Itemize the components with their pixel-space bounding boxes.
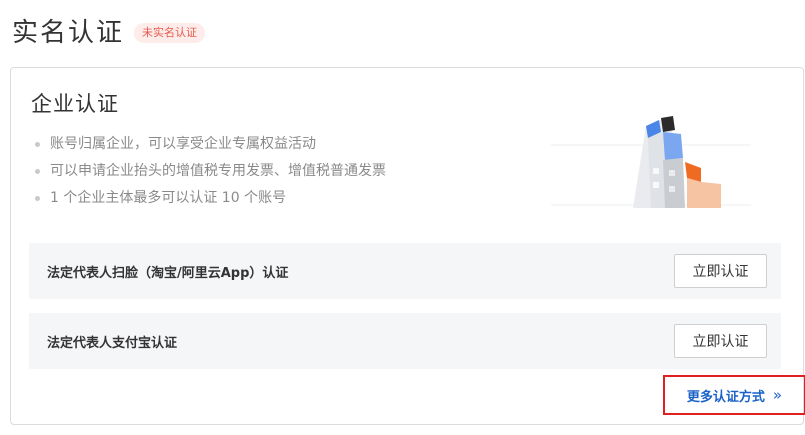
enterprise-verification-card: 企业认证 账号归属企业，可以享受企业专属权益活动 可以申请企业抬头的增值税专用发… xyxy=(10,67,805,425)
page-header: 实名认证 未实名认证 xyxy=(12,12,206,49)
benefit-item: 可以申请企业抬头的增值税专用发票、增值税普通发票 xyxy=(35,158,386,185)
status-badge: 未实名认证 xyxy=(134,22,206,43)
building-illustration-icon xyxy=(551,116,751,208)
more-verification-methods-link[interactable]: 更多认证方式 » xyxy=(663,375,805,415)
bullet-dot-icon xyxy=(35,142,40,147)
method-row-alipay: 法定代表人支付宝认证 立即认证 xyxy=(29,313,781,369)
verify-now-button[interactable]: 立即认证 xyxy=(674,324,767,358)
benefit-item: 1 个企业主体最多可以认证 10 个账号 xyxy=(35,185,386,212)
benefit-text: 1 个企业主体最多可以认证 10 个账号 xyxy=(50,190,287,206)
real-name-verification-page: 实名认证 未实名认证 企业认证 账号归属企业，可以享受企业专属权益活动 可以申请… xyxy=(0,0,805,435)
more-link-label: 更多认证方式 xyxy=(686,389,765,405)
benefit-text: 可以申请企业抬头的增值税专用发票、增值税普通发票 xyxy=(50,163,386,179)
bullet-dot-icon xyxy=(35,169,40,174)
double-chevron-right-icon: » xyxy=(772,386,783,404)
card-title: 企业认证 xyxy=(31,92,119,116)
benefit-text: 账号归属企业，可以享受企业专属权益活动 xyxy=(50,136,316,152)
benefit-item: 账号归属企业，可以享受企业专属权益活动 xyxy=(35,131,386,158)
method-label: 法定代表人扫脸（淘宝/阿里云App）认证 xyxy=(47,265,289,281)
bullet-dot-icon xyxy=(35,196,40,201)
method-label: 法定代表人支付宝认证 xyxy=(47,335,178,351)
benefit-list: 账号归属企业，可以享受企业专属权益活动 可以申请企业抬头的增值税专用发票、增值税… xyxy=(35,131,386,212)
verify-now-button[interactable]: 立即认证 xyxy=(674,254,767,288)
page-title: 实名认证 xyxy=(12,18,125,48)
method-row-face-scan: 法定代表人扫脸（淘宝/阿里云App）认证 立即认证 xyxy=(29,243,781,299)
